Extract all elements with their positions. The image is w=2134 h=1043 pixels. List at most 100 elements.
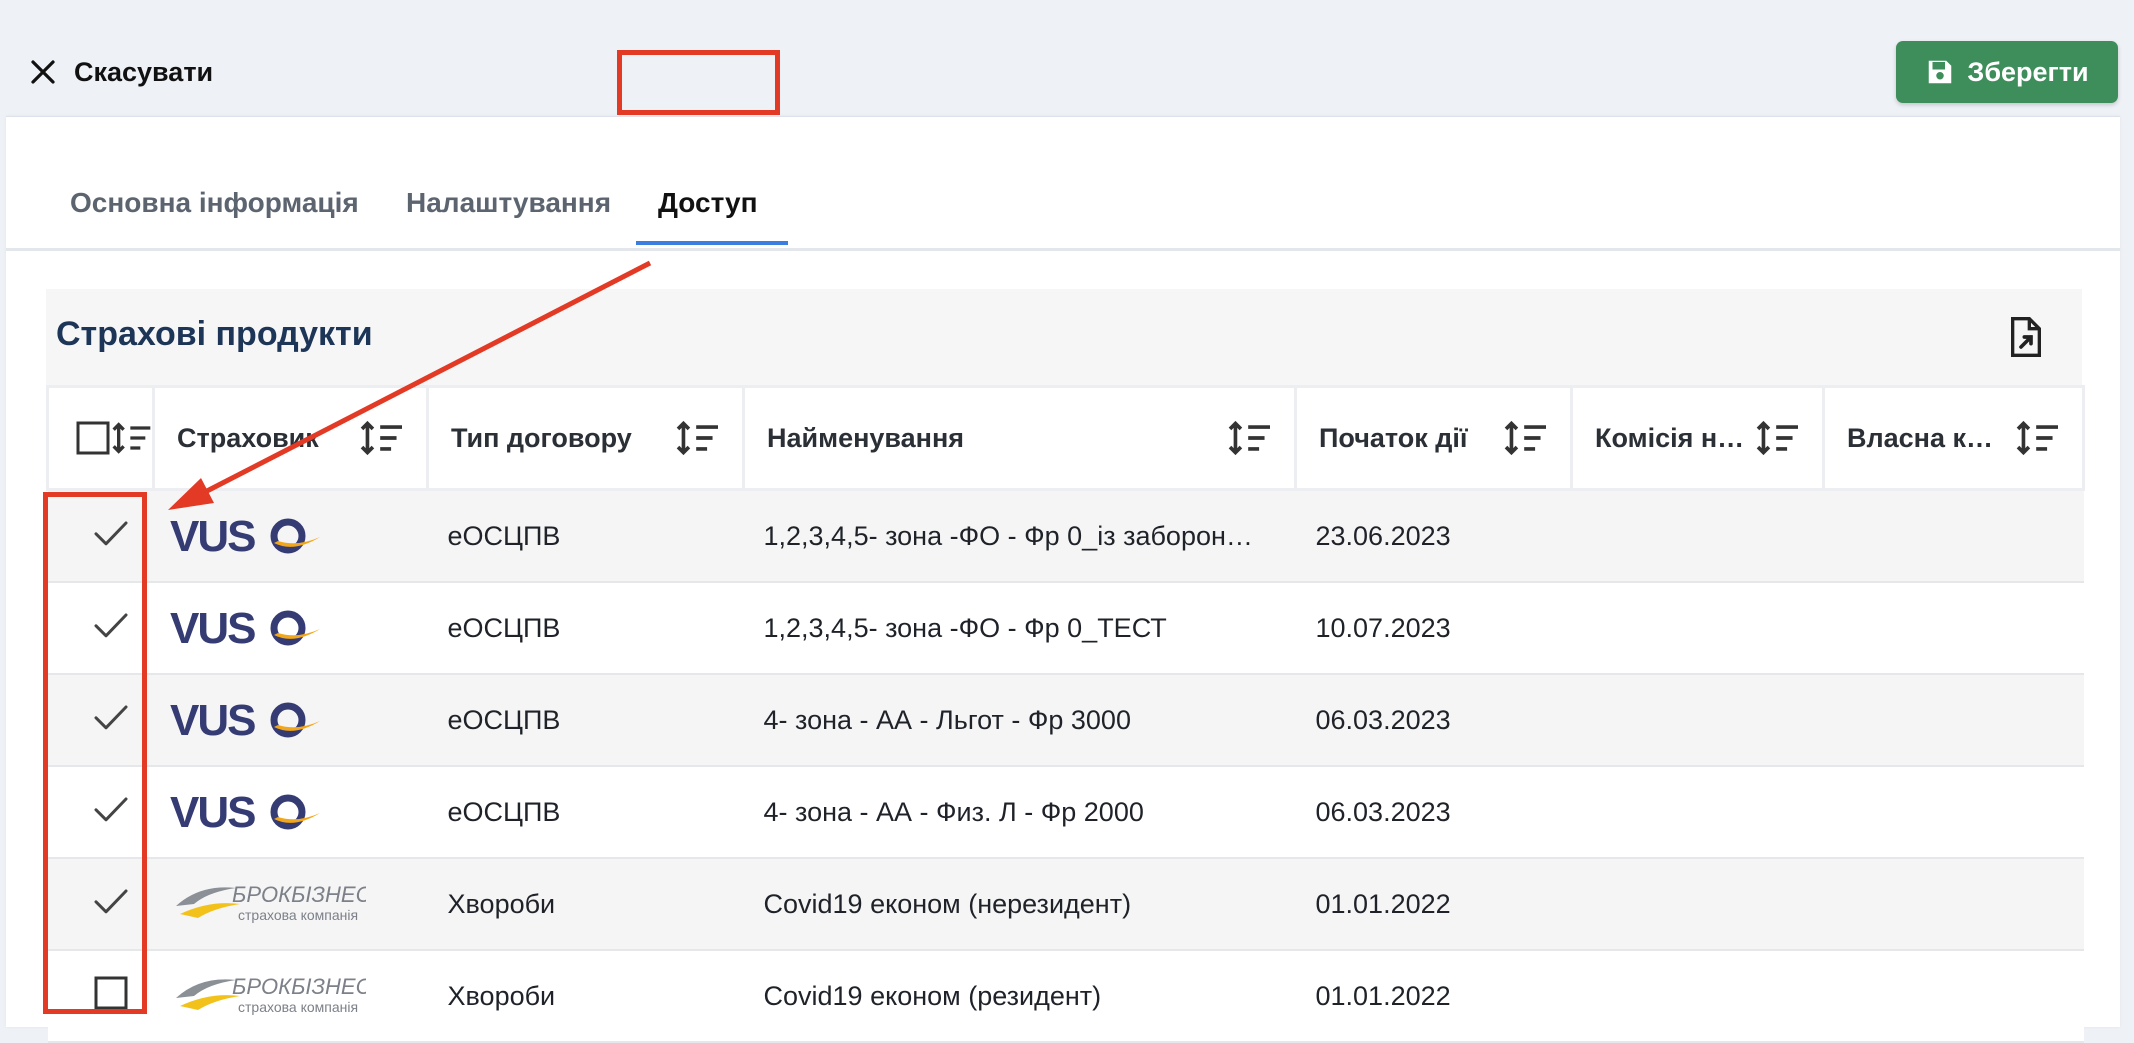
own-commission-cell [1823,674,2084,767]
tab-main-info[interactable]: Основна інформація [70,187,359,219]
contract-type-cell: еОСЦПВ [427,674,744,767]
start-date-cell: 06.03.2023 [1295,674,1572,767]
table-row[interactable]: VUS еОСЦПВ 4- зона - АА - Льгот - Фр 3000 0… [47,674,2084,767]
brokbusiness-logo: БРОКБІЗНЕСстрахова компанія [175,974,366,1015]
contract-type-cell: еОСЦПВ [427,766,744,859]
select-all-header [46,385,155,491]
svg-text:VUS: VUS [170,605,255,651]
floppy-disk-icon [1929,60,1952,84]
table-row[interactable]: БРОКБІЗНЕС страхова компанія Хвороби Covid1… [47,950,2084,1043]
product-name-cell: 1,2,3,4,5- зона -ФО - Фр 0_із заборон… [743,489,1296,583]
file-export-icon [2011,317,2041,357]
sort-icon[interactable] [112,418,152,458]
own-commission-cell [1823,950,2084,1043]
column-header-own-commission: Власна к… [1822,385,2085,491]
insurance-products-panel: Страхові продукти Страховик Тип договору… [46,289,2085,1043]
svg-text:VUS: VUS [170,789,255,835]
brok-logo-name: БРОКБІЗНЕС [232,882,366,907]
panel-title: Страхові продукти [56,315,373,353]
start-date-cell: 06.03.2023 [1295,766,1572,859]
sort-icon[interactable] [2016,418,2060,458]
column-header-label: Власна к… [1847,422,1994,453]
contract-type-cell: еОСЦПВ [427,582,744,675]
column-header-label: Страховик [177,422,319,453]
insurer-logo-cell: VUS [153,489,428,583]
insurer-logo-cell: VUS [153,766,428,859]
brokbusiness-logo: БРОКБІЗНЕСстрахова компанія [175,882,366,923]
save-label: Зберегти [1967,56,2089,87]
products-table: Страховик Тип договору Найменування Поча… [46,385,2085,1043]
main-card: Основна інформація Налаштування Доступ С… [6,116,2120,1043]
tab-bar: Основна інформація Налаштування Доступ [6,117,2120,251]
insurer-logo-cell: VUS [153,674,428,767]
svg-text:VUS: VUS [170,513,255,559]
select-all-checkbox[interactable] [75,420,111,456]
column-header-insurer: Страховик [152,385,429,491]
table-body: VUS еОСЦПВ 1,2,3,4,5- зона -ФО - Фр 0_із з… [47,489,2084,1043]
start-date-cell: 01.01.2022 [1295,858,1572,951]
row-select-cell[interactable] [47,950,154,1043]
save-button[interactable]: Зберегти [1896,41,2118,103]
row-select-cell[interactable] [47,582,154,675]
commission-cell [1571,950,1824,1043]
contract-type-cell: Хвороби [427,950,744,1043]
product-name-cell: 4- зона - АА - Льгот - Фр 3000 [743,674,1296,767]
tab-access[interactable]: Доступ [658,187,758,219]
contract-type-cell: еОСЦПВ [427,489,744,583]
product-name-cell: Covid19 економ (резидент) [743,950,1296,1043]
table-row[interactable]: VUS еОСЦПВ 4- зона - АА - Физ. Л - Фр 2000… [47,766,2084,859]
panel-header: Страхові продукти [46,289,2082,385]
table-row[interactable]: БРОКБІЗНЕС страхова компанія Хвороби Covid1… [47,858,2084,951]
checkmark-icon[interactable] [91,605,131,645]
svg-text:VUS: VUS [170,697,255,743]
commission-cell [1571,674,1824,767]
row-select-cell[interactable] [47,674,154,767]
row-select-cell[interactable] [47,858,154,951]
own-commission-cell [1823,489,2084,583]
sort-icon[interactable] [676,418,720,458]
column-header-contract-type: Тип договору [426,385,745,491]
row-select-cell[interactable] [47,489,154,583]
commission-cell [1571,582,1824,675]
insurer-logo-cell: БРОКБІЗНЕС страхова компанія [153,858,428,951]
start-date-cell: 10.07.2023 [1295,582,1572,675]
checkmark-icon[interactable] [91,513,131,553]
cancel-label: Скасувати [74,56,214,87]
close-icon [31,60,55,84]
insurer-logo-cell: БРОКБІЗНЕС страхова компанія [153,950,428,1043]
vuso-logo: VUS [170,605,320,651]
column-header-start-date: Початок дії [1294,385,1573,491]
export-button[interactable] [2006,315,2050,359]
vuso-logo: VUS [170,789,320,835]
start-date-cell: 01.01.2022 [1295,950,1572,1043]
cancel-button[interactable]: Скасувати [28,50,213,94]
product-name-cell: 4- зона - АА - Физ. Л - Фр 2000 [743,766,1296,859]
top-bar: Скасувати Зберегти [0,0,2134,116]
column-header-label: Початок дії [1319,422,1468,453]
brok-logo-name: БРОКБІЗНЕС [232,974,366,999]
table-header-row: Страховик Тип договору Найменування Поча… [46,385,2085,491]
tab-settings[interactable]: Налаштування [406,187,611,219]
sort-icon[interactable] [1504,418,1548,458]
column-header-commission: Комісія н… [1570,385,1825,491]
sort-icon[interactable] [1228,418,1272,458]
column-header-name: Найменування [742,385,1297,491]
checkmark-icon[interactable] [91,697,131,737]
active-tab-indicator [636,241,788,245]
table-row[interactable]: VUS еОСЦПВ 1,2,3,4,5- зона -ФО - Фр 0_із з… [47,489,2084,583]
product-name-cell: Covid19 економ (нерезидент) [743,858,1296,951]
checkmark-icon[interactable] [91,789,131,829]
commission-cell [1571,766,1824,859]
column-header-label: Найменування [767,422,965,453]
own-commission-cell [1823,582,2084,675]
column-header-label: Комісія н… [1595,422,1745,453]
contract-type-cell: Хвороби [427,858,744,951]
column-header-label: Тип договору [451,422,632,453]
checkmark-icon[interactable] [91,881,131,921]
table-row[interactable]: VUS еОСЦПВ 1,2,3,4,5- зона -ФО - Фр 0_ТЕСТ… [47,582,2084,675]
vuso-logo: VUS [170,513,320,559]
sort-icon[interactable] [360,418,404,458]
row-select-cell[interactable] [47,766,154,859]
row-checkbox[interactable] [93,975,129,1011]
sort-icon[interactable] [1756,418,1800,458]
